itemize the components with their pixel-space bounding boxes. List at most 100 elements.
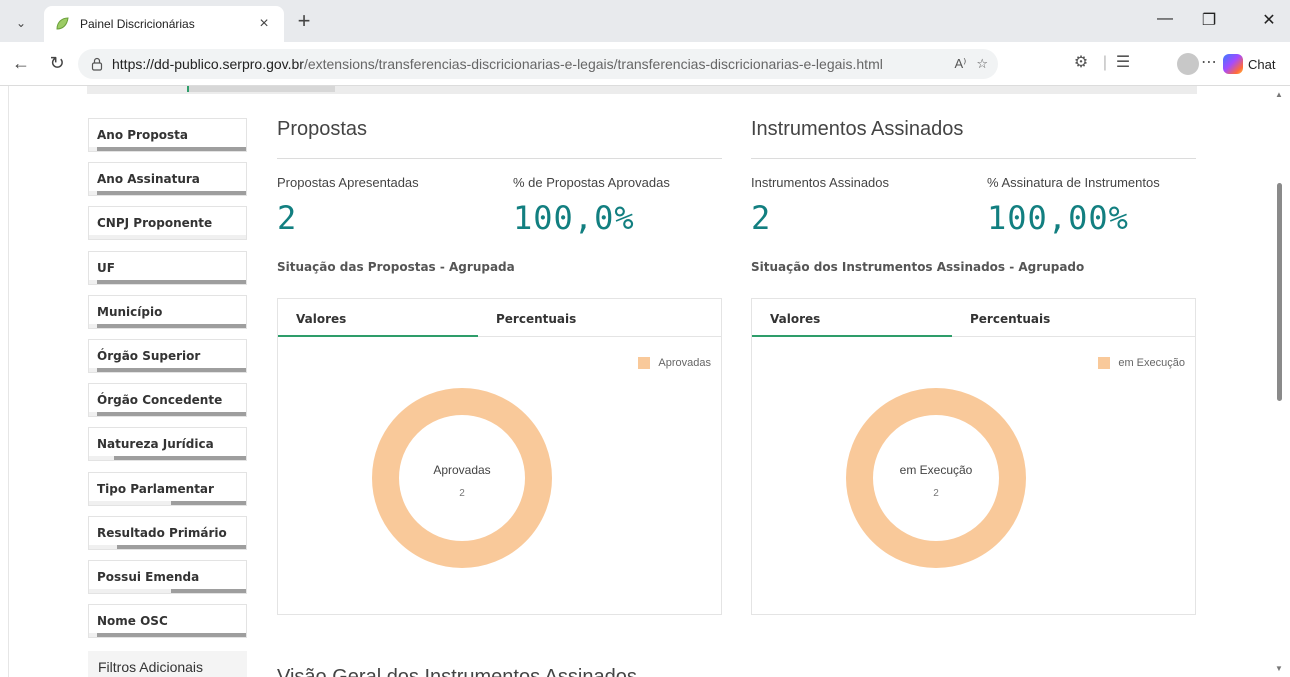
scroll-up-icon[interactable]: ▲	[1275, 90, 1283, 99]
kpi-instrumentos-assinados-label: Instrumentos Assinados	[751, 175, 890, 190]
donut-center-value: 2	[933, 488, 939, 499]
filter-bar-fill	[117, 544, 246, 549]
url-path: /extensions/transferencias-discricionari…	[303, 56, 883, 72]
scroll-down-icon[interactable]: ▼	[1275, 664, 1283, 673]
copilot-icon	[1223, 54, 1243, 74]
tab-valores[interactable]: Valores	[752, 299, 952, 337]
close-tab-icon[interactable]: ×	[254, 15, 274, 33]
profile-avatar[interactable]	[1177, 53, 1199, 75]
kpi-propostas-aprovadas-value[interactable]: 100,0%	[513, 199, 635, 237]
kpi-propostas-apresentadas-value[interactable]: 2	[277, 199, 297, 237]
favorite-star-icon[interactable]: ☆	[976, 56, 988, 72]
legend-swatch	[1098, 357, 1111, 369]
instrumentos-donut[interactable]: em Execução 2	[846, 373, 1026, 583]
new-tab-button[interactable]: +	[292, 10, 316, 32]
filter-label: Possui Emenda	[97, 569, 200, 584]
url-host: https://dd-publico.serpro.gov.br	[112, 56, 304, 72]
filter-resultado-primario[interactable]: Resultado Primário	[88, 515, 247, 550]
filter-label: Natureza Jurídica	[97, 437, 214, 452]
overview-section-heading: Visão Geral dos Instrumentos Assinados	[277, 666, 637, 677]
reload-icon[interactable]: ↻	[46, 54, 68, 72]
propostas-panel: Propostas Propostas Apresentadas % de Pr…	[277, 118, 722, 274]
extra-filters-button[interactable]: Filtros Adicionais	[88, 651, 247, 677]
chat-label: Chat	[1248, 56, 1276, 72]
page-viewport: Ano Proposta Ano Assinatura CNPJ Proponent…	[8, 86, 1270, 677]
favorites-icon[interactable]: ☰	[1112, 54, 1134, 72]
propostas-donut[interactable]: Aprovadas 2	[372, 373, 552, 583]
kpi-assinatura-instrumentos-label: % Assinatura de Instrumentos	[987, 175, 1160, 190]
kpi-propostas-aprovadas-label: % de Propostas Aprovadas	[513, 175, 670, 190]
filter-nome-osc[interactable]: Nome OSC	[88, 604, 247, 639]
filter-bar-fill	[114, 456, 246, 461]
read-aloud-icon[interactable]: A⁾	[954, 56, 966, 72]
filter-label: Órgão Superior	[97, 348, 201, 363]
filter-label: Ano Assinatura	[97, 172, 200, 187]
top-nav-strip-active[interactable]	[187, 86, 335, 92]
donut-center-value: 2	[459, 488, 465, 499]
tab-percentuais[interactable]: Percentuais	[952, 299, 1152, 337]
page-scrollbar[interactable]: ▲ ▼	[1270, 86, 1290, 677]
filter-ano-assinatura[interactable]: Ano Assinatura	[88, 162, 247, 197]
back-icon[interactable]: ←	[10, 54, 32, 72]
legend-swatch	[638, 357, 651, 369]
tab-valores[interactable]: Valores	[278, 299, 478, 337]
instrumentos-chart-heading: Situação dos Instrumentos Assinados - Ag…	[751, 260, 1085, 274]
site-info-icon[interactable]	[90, 57, 104, 71]
propostas-donut-svg[interactable]: Aprovadas 2	[372, 373, 552, 583]
filter-label: Ano Proposta	[97, 128, 189, 142]
filter-bar-fill	[96, 191, 246, 196]
donut-center-label: Aprovadas	[433, 463, 490, 477]
legend-label: em Execução	[1118, 357, 1185, 369]
instrumentos-legend[interactable]: em Execução	[1098, 357, 1185, 369]
kpi-instrumentos-assinados-value[interactable]: 2	[751, 199, 771, 237]
browser-tab[interactable]: Painel Discricionárias ×	[44, 6, 284, 42]
propostas-legend[interactable]: Aprovadas	[638, 357, 711, 369]
filter-tipo-parlamentar[interactable]: Tipo Parlamentar	[88, 471, 247, 506]
filter-municipio[interactable]: Município	[88, 294, 247, 329]
filter-bar-fill	[96, 412, 246, 417]
minimize-icon[interactable]: —	[1150, 10, 1180, 28]
scrollbar-thumb[interactable]	[1277, 183, 1282, 401]
address-bar-tools: A⁾ ☆	[954, 49, 988, 79]
browser-toolbar: ← ↻ https://dd-publico.serpro.gov.br/ext…	[0, 42, 1290, 86]
propostas-chart-heading: Situação das Propostas - Agrupada	[277, 260, 515, 274]
leaf-favicon-icon	[56, 17, 69, 30]
instrumentos-panel: Instrumentos Assinados Instrumentos Assi…	[751, 118, 1196, 274]
filter-label: UF	[97, 260, 115, 275]
filter-natureza-juridica[interactable]: Natureza Jurídica	[88, 427, 247, 462]
kpi-propostas-apresentadas-label: Propostas Apresentadas	[277, 175, 419, 190]
filter-bar-fill	[96, 147, 246, 151]
copilot-chat-button[interactable]: Chat	[1223, 51, 1275, 77]
tab-actions-icon[interactable]: ⌄	[10, 12, 32, 34]
donut-slice-aprovadas[interactable]	[372, 388, 552, 568]
filter-cnpj-proponente[interactable]: CNPJ Proponente	[88, 206, 247, 241]
kpi-assinatura-instrumentos-value[interactable]: 100,00%	[987, 199, 1129, 237]
filter-label: CNPJ Proponente	[97, 216, 213, 231]
filter-label: Órgão Concedente	[97, 393, 223, 408]
filter-ano-proposta[interactable]: Ano Proposta	[88, 118, 247, 152]
tab-percentuais[interactable]: Percentuais	[478, 299, 678, 337]
donut-center-label: em Execução	[900, 463, 973, 477]
filter-possui-emenda[interactable]: Possui Emenda	[88, 559, 247, 594]
filter-bar-fill	[170, 588, 246, 593]
filter-bar-fill	[170, 500, 246, 505]
address-bar[interactable]: https://dd-publico.serpro.gov.br/extensi…	[78, 49, 998, 79]
filter-orgao-superior[interactable]: Órgão Superior	[88, 338, 247, 373]
donut-slice-em-execução[interactable]	[846, 388, 1026, 568]
filter-label: Município	[97, 304, 163, 319]
restore-icon[interactable]: ❐	[1194, 10, 1224, 30]
propostas-title: Propostas	[277, 118, 722, 159]
filter-sidebar: Ano Proposta Ano Assinatura CNPJ Proponent…	[88, 118, 248, 648]
propostas-chart-tabs: Valores Percentuais	[278, 299, 721, 337]
instrumentos-chart-tabs: Valores Percentuais	[752, 299, 1195, 337]
filter-bar-fill	[96, 633, 246, 638]
filter-label: Resultado Primário	[97, 525, 227, 540]
instrumentos-chart: Valores Percentuais em Execução em Execu…	[751, 298, 1196, 615]
extensions-icon[interactable]: ⚙	[1070, 54, 1092, 72]
filter-orgao-concedente[interactable]: Órgão Concedente	[88, 383, 247, 418]
browser-tab-bar: ⌄ Painel Discricionárias × + — ❐ ✕	[0, 0, 1290, 42]
filter-uf[interactable]: UF	[88, 250, 247, 285]
more-menu-icon[interactable]: ⋯	[1198, 54, 1220, 72]
close-window-icon[interactable]: ✕	[1254, 10, 1284, 30]
instrumentos-donut-svg[interactable]: em Execução 2	[846, 373, 1026, 583]
